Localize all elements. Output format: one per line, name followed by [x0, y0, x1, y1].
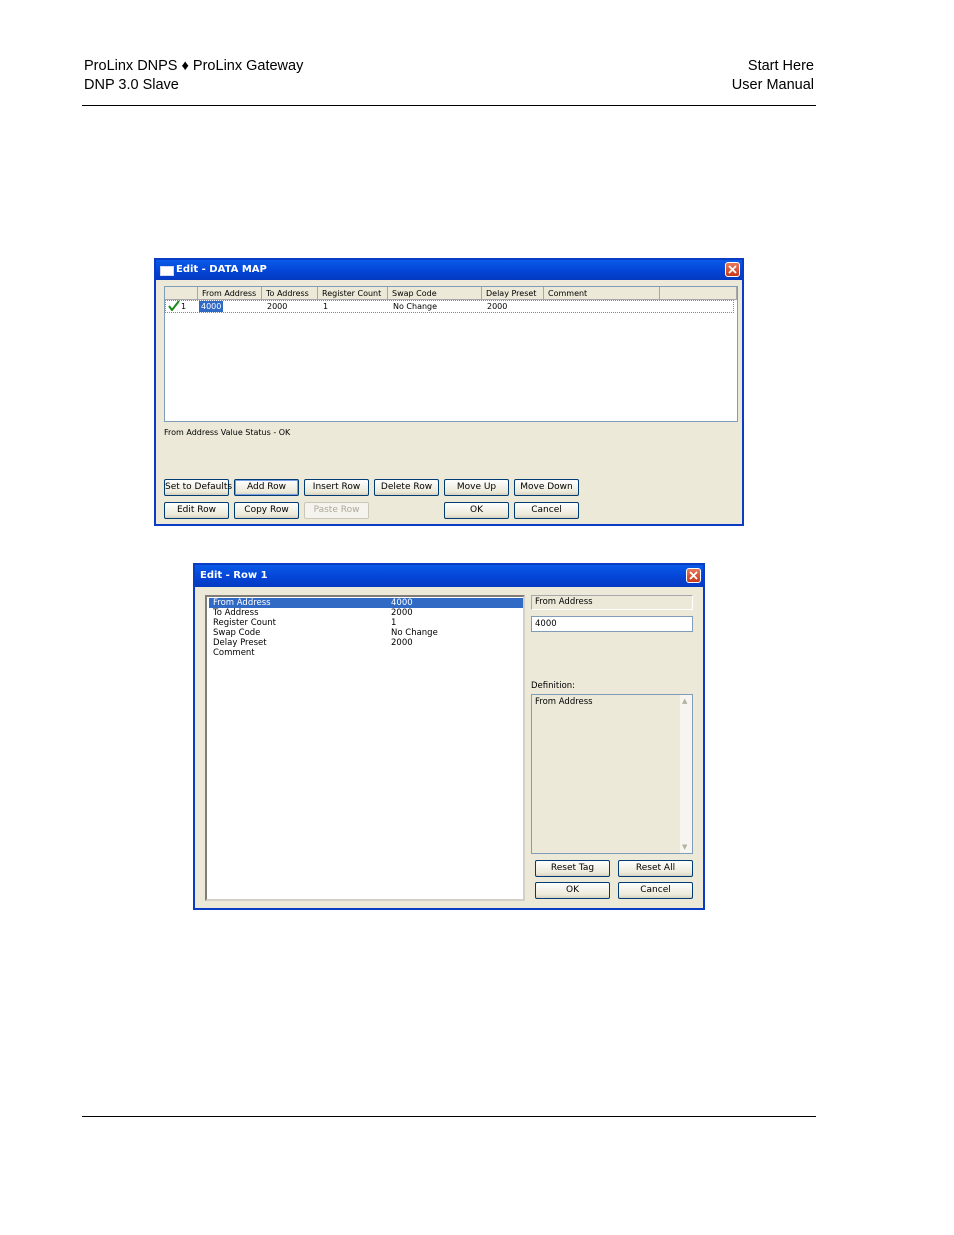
delete-row-button[interactable]: Delete Row	[374, 479, 439, 496]
item-name: Comment	[213, 648, 255, 658]
item-value: No Change	[391, 628, 438, 638]
list-item[interactable]: Swap Code No Change	[209, 628, 523, 638]
item-value: 2000	[391, 638, 413, 648]
grid-header-comment[interactable]: Comment	[544, 287, 660, 300]
list-item[interactable]: Comment	[209, 648, 523, 658]
grid-header-swap-code[interactable]: Swap Code	[388, 287, 482, 300]
data-map-grid[interactable]: From Address To Address Register Count S…	[164, 286, 738, 422]
grid-header-index	[165, 287, 198, 300]
item-name: Swap Code	[213, 628, 261, 638]
data-map-close-button[interactable]	[725, 262, 740, 277]
grid-header-filler	[660, 287, 737, 300]
copy-row-button[interactable]: Copy Row	[234, 502, 299, 519]
edit-row-cancel-button[interactable]: Cancel	[618, 882, 693, 899]
item-name: From Address	[213, 598, 271, 608]
scroll-up-icon[interactable]: ▲	[682, 697, 687, 705]
edit-row-title: Edit - Row 1	[200, 570, 268, 581]
page-header-right: Start Here User Manual	[732, 57, 814, 95]
move-down-button[interactable]: Move Down	[514, 479, 579, 496]
grid-header-register-count[interactable]: Register Count	[318, 287, 388, 300]
definition-scrollbar[interactable]: ▲ ▼	[680, 695, 692, 853]
cancel-button[interactable]: Cancel	[514, 502, 579, 519]
cell-register-count[interactable]: 1	[323, 301, 328, 312]
list-item[interactable]: Register Count 1	[209, 618, 523, 628]
grid-header-to-address[interactable]: To Address	[262, 287, 318, 300]
table-row[interactable]: 1 4000 2000 1 No Change 2000	[165, 300, 734, 313]
reset-all-button[interactable]: Reset All	[618, 860, 693, 877]
move-up-button[interactable]: Move Up	[444, 479, 509, 496]
paste-row-button[interactable]: Paste Row	[304, 502, 369, 519]
cell-delay-preset[interactable]: 2000	[487, 301, 507, 312]
list-item[interactable]: Delay Preset 2000	[209, 638, 523, 648]
field-list[interactable]: From Address 4000 To Address 2000 Regist…	[205, 595, 525, 901]
grid-header: From Address To Address Register Count S…	[165, 287, 737, 300]
item-value: 4000	[391, 598, 413, 608]
header-rule	[82, 105, 816, 106]
insert-row-button[interactable]: Insert Row	[304, 479, 369, 496]
footer-rule	[82, 1116, 816, 1117]
grid-header-from-address[interactable]: From Address	[198, 287, 262, 300]
data-map-titlebar[interactable]: Edit - DATA MAP	[156, 260, 742, 280]
data-map-window: Edit - DATA MAP From Address To Address …	[154, 258, 744, 526]
item-name: Delay Preset	[213, 638, 267, 648]
item-name: To Address	[213, 608, 259, 618]
item-name: Register Count	[213, 618, 276, 628]
add-row-button[interactable]: Add Row	[234, 479, 299, 496]
cell-from-address[interactable]: 4000	[199, 301, 224, 312]
edit-row-window: Edit - Row 1 From Address 4000 To Addres…	[193, 563, 705, 910]
scroll-down-icon[interactable]: ▼	[682, 843, 687, 851]
definition-box: From Address ▲ ▼	[531, 694, 693, 854]
row-index: 1	[181, 302, 187, 311]
edit-row-ok-button[interactable]: OK	[535, 882, 610, 899]
definition-label: Definition:	[531, 681, 576, 691]
edit-row-button[interactable]: Edit Row	[164, 502, 229, 519]
edit-row-close-button[interactable]	[686, 568, 701, 583]
item-value: 2000	[391, 608, 413, 618]
cell-swap-code[interactable]: No Change	[393, 301, 437, 312]
reset-tag-button[interactable]: Reset Tag	[535, 860, 610, 877]
close-icon	[728, 265, 737, 274]
definition-text: From Address	[535, 697, 593, 707]
grid-header-delay-preset[interactable]: Delay Preset	[482, 287, 544, 300]
set-defaults-button[interactable]: Set to Defaults	[164, 479, 232, 496]
product-title: ProLinx DNPS ♦ ProLinx Gateway	[84, 58, 304, 74]
manual-title: User Manual	[731, 77, 814, 93]
cell-to-address[interactable]: 2000	[267, 301, 287, 312]
section-title: Start Here	[747, 58, 814, 74]
page-header-left: ProLinx DNPS ♦ ProLinx Gateway DNP 3.0 S…	[84, 57, 303, 95]
window-icon	[160, 266, 174, 276]
list-item[interactable]: From Address 4000	[209, 598, 523, 608]
selected-field-label: From Address	[531, 595, 693, 610]
edit-row-titlebar[interactable]: Edit - Row 1	[195, 565, 703, 587]
ok-button[interactable]: OK	[444, 502, 509, 519]
checkmark-icon	[168, 300, 180, 314]
product-subtitle: DNP 3.0 Slave	[84, 77, 179, 93]
item-value: 1	[391, 618, 397, 628]
close-icon	[689, 571, 698, 580]
field-value-input[interactable]: 4000	[531, 616, 693, 632]
data-map-title: Edit - DATA MAP	[176, 264, 267, 275]
list-item[interactable]: To Address 2000	[209, 608, 523, 618]
status-text: From Address Value Status - OK	[164, 428, 291, 437]
